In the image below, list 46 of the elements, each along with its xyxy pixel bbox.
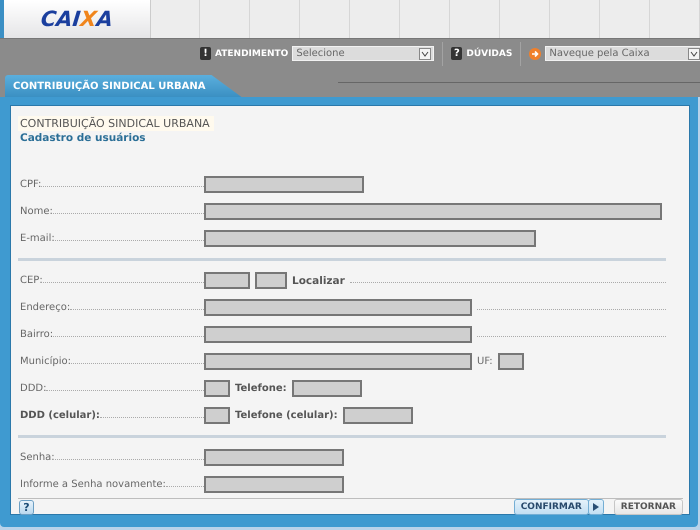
- info-icon: !: [200, 47, 211, 60]
- play-icon: [592, 503, 599, 511]
- input-field[interactable]: [342, 407, 413, 424]
- field-label: Endereço:: [19, 302, 70, 313]
- dropdown[interactable]: Selecione: [292, 46, 434, 61]
- field-label: CPF:: [19, 179, 42, 190]
- field-label: Nome:: [19, 206, 53, 217]
- field-label: DDD (celular):: [19, 410, 100, 421]
- field-label: CEP:: [19, 275, 43, 286]
- field-label: Informe a Senha novamente:: [19, 479, 166, 490]
- input-field[interactable]: [204, 449, 344, 466]
- help-button[interactable]: ?: [19, 500, 34, 514]
- input-field[interactable]: [255, 272, 287, 289]
- field-label: Município:: [19, 356, 71, 367]
- field-label: UF:: [477, 356, 493, 367]
- input-field[interactable]: [204, 407, 230, 424]
- input-field[interactable]: [204, 176, 364, 193]
- field-label: Telefone:: [235, 383, 287, 394]
- input-field[interactable]: [204, 326, 472, 343]
- field-label: DDD:: [19, 383, 46, 394]
- field-label: Senha:: [19, 452, 55, 463]
- input-field[interactable]: [204, 272, 250, 289]
- input-field[interactable]: [204, 353, 472, 370]
- input-field[interactable]: [292, 380, 362, 397]
- field-label: Bairro:: [19, 329, 54, 340]
- panel-title: CONTRIBUIÇÃO SINDICAL URBANA: [18, 116, 214, 131]
- input-field[interactable]: [498, 353, 524, 370]
- logo: CAIXA: [40, 7, 114, 31]
- input-field[interactable]: [204, 230, 536, 247]
- info-icon: ?: [451, 47, 462, 60]
- input-field[interactable]: [204, 203, 662, 220]
- return-button[interactable]: RETORNAR: [614, 499, 683, 515]
- input-field[interactable]: [204, 476, 344, 493]
- next-button[interactable]: [588, 499, 604, 515]
- nav-label: ATENDIMENTO: [215, 48, 288, 58]
- dropdown[interactable]: Naveque pela Caixa: [545, 46, 700, 61]
- nav-label: DÚVIDAS: [466, 48, 512, 58]
- arrow-icon: [529, 48, 542, 60]
- confirm-button[interactable]: CONFIRMAR: [514, 499, 589, 515]
- panel-subtitle: Cadastro de usuários: [20, 132, 147, 144]
- input-field[interactable]: [204, 299, 472, 316]
- search-link[interactable]: Localizar: [292, 274, 345, 286]
- input-field[interactable]: [204, 380, 230, 397]
- caret-icon: [419, 48, 432, 60]
- field-label: Telefone (celular):: [235, 410, 338, 421]
- field-label: E-mail:: [19, 233, 55, 244]
